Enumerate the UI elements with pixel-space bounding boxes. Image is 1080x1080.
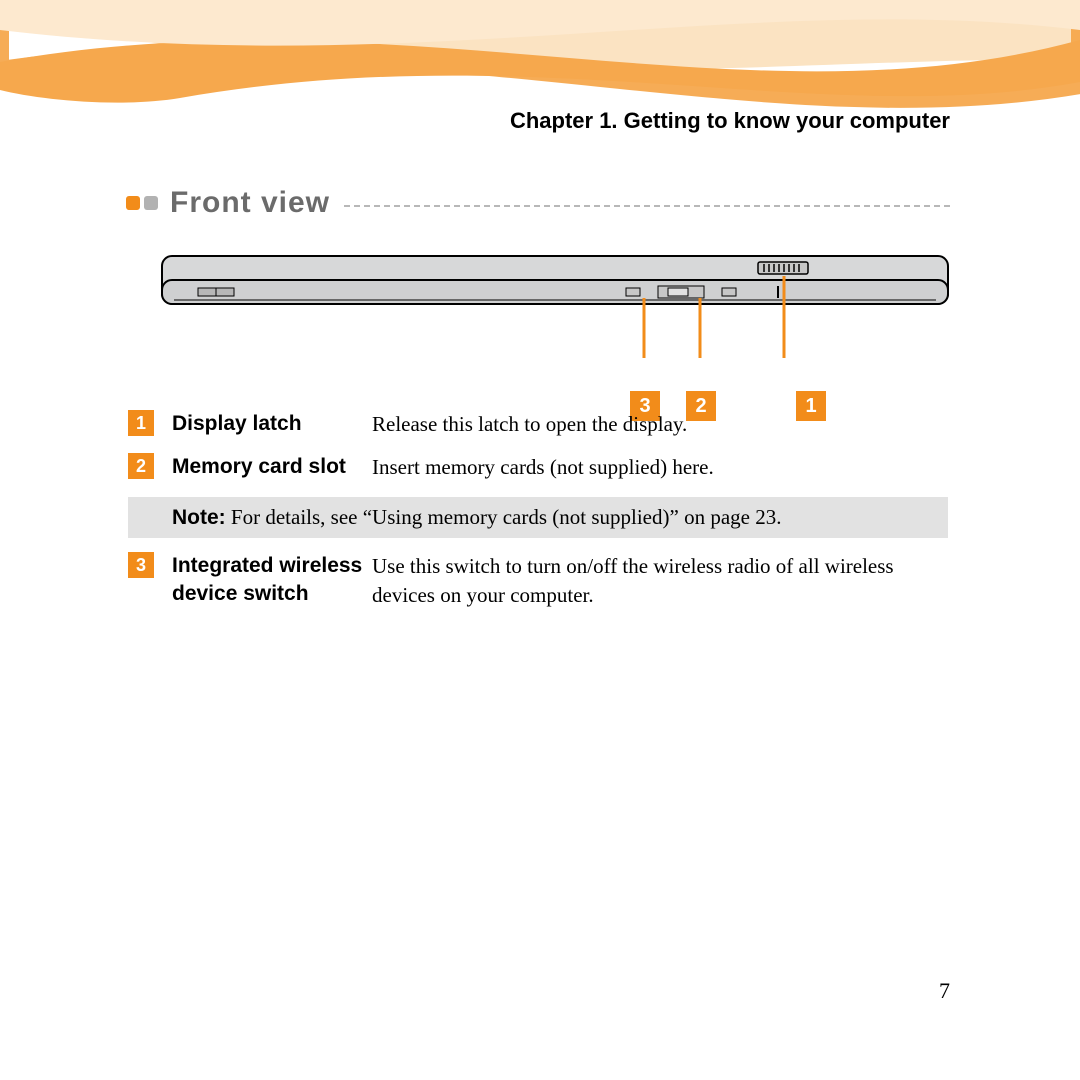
item-term: Integrated wireless device switch <box>172 552 372 609</box>
list-item: 1 Display latch Release this latch to op… <box>128 410 948 439</box>
item-description: Use this switch to turn on/off the wirel… <box>372 552 948 611</box>
page-header-decor <box>0 0 1080 160</box>
section-title: Front view <box>170 186 330 220</box>
item-description: Insert memory cards (not supplied) here. <box>372 453 948 482</box>
list-item: 3 Integrated wireless device switch Use … <box>128 552 948 611</box>
front-view-diagram: 3 2 1 <box>160 250 950 421</box>
definition-list: 1 Display latch Release this latch to op… <box>128 410 948 625</box>
section-bullets-icon <box>126 196 158 210</box>
item-term: Memory card slot <box>172 453 372 481</box>
page-number: 7 <box>939 978 950 1004</box>
note-bar: Note: For details, see “Using memory car… <box>128 497 948 538</box>
chapter-title: Chapter 1. Getting to know your computer <box>510 108 950 134</box>
item-number-badge: 1 <box>128 410 154 436</box>
list-item: 2 Memory card slot Insert memory cards (… <box>128 453 948 482</box>
section-heading: Front view <box>126 186 950 220</box>
item-number-badge: 2 <box>128 453 154 479</box>
item-description: Release this latch to open the display. <box>372 410 948 439</box>
note-text: For details, see “Using memory cards (no… <box>226 505 782 529</box>
item-number-badge: 3 <box>128 552 154 578</box>
section-divider <box>344 205 950 207</box>
note-label: Note: <box>172 506 226 529</box>
item-term: Display latch <box>172 410 372 438</box>
